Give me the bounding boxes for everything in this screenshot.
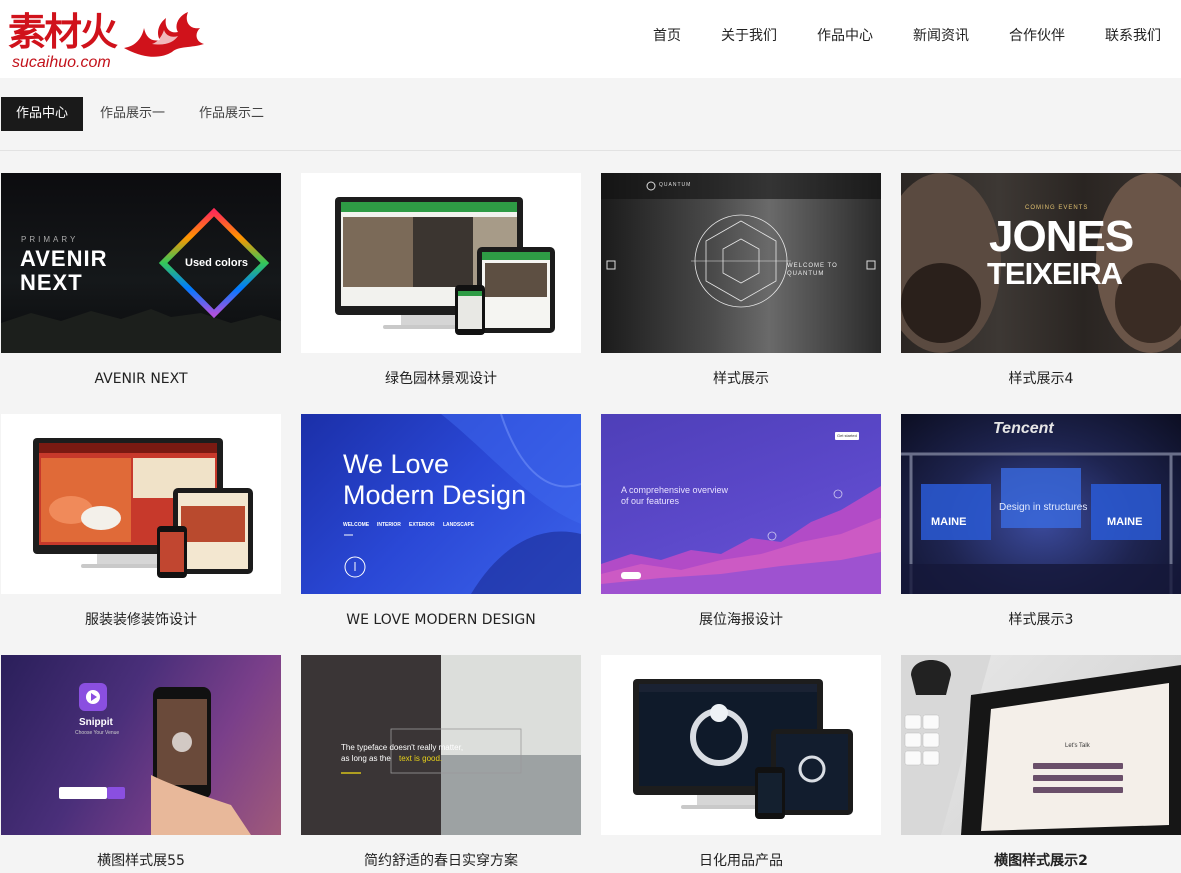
work-caption: AVENIR NEXT [94,371,188,387]
thumb-badge: Used colors [185,257,248,269]
thumb-line-2-b: text is good. [399,754,443,763]
work-card[interactable]: QUANTUM WELCOME TO QUANTUM 样式展示 [601,173,881,388]
work-card[interactable]: A comprehensive overview of our features… [601,414,881,629]
thumb-name-1: JONES [989,212,1134,261]
work-caption: WE LOVE MODERN DESIGN [346,612,536,628]
work-thumbnail: We Love Modern Design WELCOME INTERIOR E… [301,414,581,594]
work-card[interactable]: 绿色园林景观设计 [301,173,581,388]
thumb-small-text: PRIMARY [21,235,79,244]
thumb-screen-text: Let's Talk [1065,743,1090,749]
logo-brand-en: sucaihuo.com [12,54,111,71]
work-card[interactable]: PRIMARY AVENIR NEXT Used colors AVENIR N… [1,173,281,388]
thumb-name-2: TEIXEIRA [987,256,1123,291]
thumb-line-2: of our features [621,496,680,506]
thumb-top-text: COMING EVENTS [1025,205,1089,211]
work-caption: 样式展示3 [1008,612,1074,628]
thumb-line-2: QUANTUM [787,271,825,277]
work-card[interactable]: 日化用品产品 [601,655,881,870]
thumb-menu-item: LANDSCAPE [443,522,475,528]
thumb-graphic [601,173,881,308]
work-card[interactable]: Let's Talk 横图样式展示2 [901,655,1181,870]
work-card[interactable]: Snippit Choose Your Venue 横图样式展55 [1,655,281,870]
work-thumbnail: COMING EVENTS JONES TEIXEIRA [901,173,1181,353]
work-caption: 展位海报设计 [699,612,783,628]
thumb-title-1: AVENIR [20,246,108,271]
nav-item-contact[interactable]: 联系我们 [1085,0,1181,72]
thumb-graphic [59,683,251,835]
divider [0,150,1181,151]
work-thumbnail: Tencent Design in structures MAINE MAINE [901,414,1181,594]
work-caption: 服装装修装饰设计 [85,612,197,628]
work-caption: 绿色园林景观设计 [385,371,497,387]
thumb-menu-item: INTERIOR [377,522,401,528]
thumb-line-2-a: as long as the [341,754,391,763]
work-caption: 样式展示4 [1008,371,1074,387]
work-card[interactable]: Tencent Design in structures MAINE MAINE… [901,414,1181,629]
thumb-line-1: We Love [343,449,450,479]
work-thumbnail: Snippit Choose Your Venue [1,655,281,835]
category-tabs: 作品中心 作品展示一 作品展示二 [1,97,281,131]
thumb-screen-1: MAINE [931,516,967,528]
work-thumbnail [1,414,281,594]
thumb-graphic [901,655,1181,835]
work-thumbnail: PRIMARY AVENIR NEXT Used colors [1,173,281,353]
tab-works-one[interactable]: 作品展示一 [83,97,182,131]
work-thumbnail [301,173,581,353]
nav-item-works[interactable]: 作品中心 [797,0,893,72]
site-logo[interactable]: 素材火 sucaihuo.com [4,4,204,72]
thumb-line-1: A comprehensive overview [621,485,729,495]
work-caption: 横图样式展示2 [994,853,1088,869]
work-caption: 横图样式展55 [97,853,185,869]
thumb-brand: Tencent [993,420,1054,437]
work-thumbnail: A comprehensive overview of our features… [601,414,881,594]
thumb-sub: Design in structures [999,502,1088,513]
thumb-screen-2: MAINE [1107,516,1143,528]
nav-item-about[interactable]: 关于我们 [701,0,797,72]
thumb-brand: QUANTUM [659,182,692,188]
work-card[interactable]: COMING EVENTS JONES TEIXEIRA 样式展示4 [901,173,1181,388]
thumb-menu-item: WELCOME [343,522,370,528]
nav-item-home[interactable]: 首页 [633,0,701,72]
thumb-line-2: Modern Design [343,480,527,510]
thumb-line-1: The typeface doesn't really matter, [341,743,464,752]
thumb-line-1: WELCOME TO [787,263,838,269]
work-caption: 简约舒适的春日实穿方案 [364,853,518,869]
tab-works-two[interactable]: 作品展示二 [182,97,281,131]
work-caption: 样式展示 [713,371,769,387]
site-header: 素材火 sucaihuo.com 首页 关于我们 作品中心 新闻资讯 合作伙伴 … [0,0,1181,78]
work-thumbnail [601,655,881,835]
tab-works-center[interactable]: 作品中心 [1,97,84,131]
logo-brand-cn: 素材火 [8,9,118,54]
thumb-tagline: Choose Your Venue [75,730,120,736]
thumb-menu-item: EXTERIOR [409,522,435,528]
main-nav: 首页 关于我们 作品中心 新闻资讯 合作伙伴 联系我们 [633,0,1181,72]
flame-icon [124,12,204,57]
device-mockup-graphic [335,197,555,335]
work-card[interactable]: 服装装修装饰设计 [1,414,281,629]
work-caption: 日化用品产品 [699,853,783,869]
work-thumbnail: The typeface doesn't really matter, as l… [301,655,581,835]
work-card[interactable]: We Love Modern Design WELCOME INTERIOR E… [301,414,581,629]
work-thumbnail: QUANTUM WELCOME TO QUANTUM [601,173,881,353]
nav-item-partners[interactable]: 合作伙伴 [989,0,1085,72]
work-card[interactable]: The typeface doesn't really matter, as l… [301,655,581,870]
thumb-app-name: Snippit [79,717,113,728]
thumb-title-2: NEXT [20,270,83,295]
nav-item-news[interactable]: 新闻资讯 [893,0,989,72]
work-thumbnail: Let's Talk [901,655,1181,835]
thumb-button: Get started [837,433,857,438]
device-mockup-graphic [33,438,253,578]
device-mockup-graphic [633,679,853,819]
